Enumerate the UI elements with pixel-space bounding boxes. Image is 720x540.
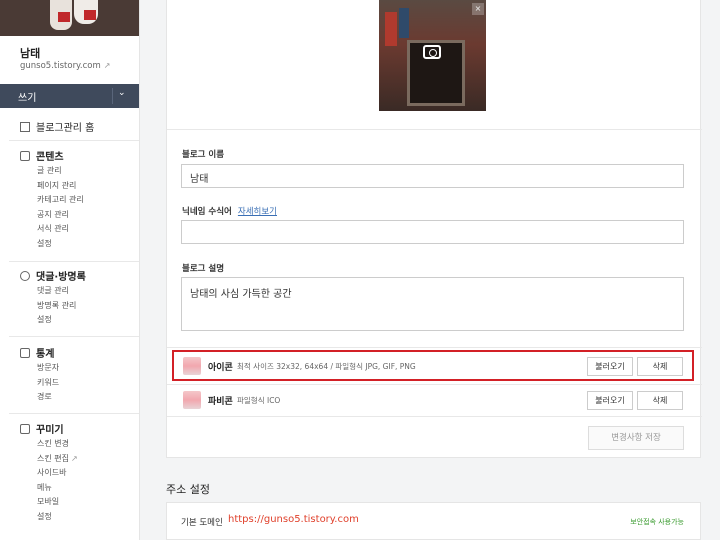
divider <box>9 261 139 262</box>
home-icon <box>20 122 30 132</box>
blog-name-label: 블로그 이름 <box>182 150 225 160</box>
sidebar-item-skin-change[interactable]: 스킨 변경 <box>20 437 78 452</box>
highlight-box <box>172 350 694 381</box>
nickname-input[interactable] <box>181 220 684 244</box>
nickname-label: 닉네임 수식어 자세히보기 <box>182 205 277 217</box>
home-label: 블로그관리 홈 <box>36 123 95 134</box>
comment-icon <box>20 271 30 281</box>
image-detail <box>399 8 409 38</box>
divider <box>167 129 702 130</box>
sidebar-item-page-manage[interactable]: 페이지 관리 <box>20 179 84 194</box>
sidebar-item-category-manage[interactable]: 카테고리 관리 <box>20 193 84 208</box>
sidebar: 남태 gunso5.tistory.com ↗ 쓰기 ⌄ 블로그관리 홈 콘텐츠 … <box>0 0 140 540</box>
nickname-label-text: 닉네임 수식어 <box>182 207 232 217</box>
divider <box>9 413 139 414</box>
external-link-icon: ↗ <box>103 61 111 70</box>
image-detail <box>385 12 397 46</box>
blog-image-upload[interactable]: × <box>379 0 486 111</box>
sidebar-item-keywords[interactable]: 키워드 <box>20 376 59 391</box>
sidebar-item-comments-settings[interactable]: 설정 <box>20 313 86 328</box>
nickname-detail-link[interactable]: 자세히보기 <box>238 207 277 217</box>
favicon-thumbnail <box>183 391 201 409</box>
favicon-label: 파비콘 <box>208 397 233 407</box>
default-domain-link[interactable]: https://gunso5.tistory.com <box>228 514 359 525</box>
ssl-status-badge: 보안접속 사용가능 <box>630 518 684 526</box>
default-domain-label: 기본 도메인 <box>181 518 223 528</box>
blog-info-card: × 블로그 이름 남태 닉네임 수식어 자세히보기 블로그 설명 남태의 사심 가… <box>166 0 702 458</box>
blog-desc-textarea[interactable]: 남태의 사심 가득한 공간 <box>181 277 684 331</box>
write-separator <box>112 88 113 104</box>
favicon-delete-button[interactable]: 삭제 <box>637 391 683 410</box>
sidebar-item-mobile[interactable]: 모바일 <box>20 495 78 510</box>
decorate-icon <box>20 424 30 434</box>
sidebar-item-guestbook-manage[interactable]: 방명록 관리 <box>20 299 86 314</box>
sidebar-section-title[interactable]: 꾸미기 <box>20 421 78 437</box>
sidebar-item-home[interactable]: 블로그관리 홈 <box>20 119 94 134</box>
favicon-desc: 파일형식 ICO <box>237 396 281 405</box>
sidebar-item-contents-settings[interactable]: 설정 <box>20 237 84 252</box>
sidebar-section-comments: 댓글·방명록 댓글 관리 방명록 관리 설정 <box>20 268 86 328</box>
sidebar-section-stats: 통계 방문자 키워드 경로 <box>20 345 59 405</box>
blog-desc-label: 블로그 설명 <box>182 264 225 274</box>
address-settings-title: 주소 설정 <box>166 483 210 496</box>
sidebar-item-comment-manage[interactable]: 댓글 관리 <box>20 284 86 299</box>
write-button[interactable]: 쓰기 ⌄ <box>0 84 139 108</box>
external-link-icon: ↗ <box>70 453 78 463</box>
blog-url-link[interactable]: gunso5.tistory.com ↗ <box>20 61 110 71</box>
profile-image[interactable] <box>0 0 139 36</box>
sidebar-section-contents: 콘텐츠 글 관리 페이지 관리 카테고리 관리 공지 관리 서식 관리 설정 <box>20 148 84 251</box>
sidebar-item-menu[interactable]: 메뉴 <box>20 481 78 496</box>
bar-chart-icon <box>20 348 30 358</box>
sidebar-section-title[interactable]: 통계 <box>20 345 59 361</box>
write-label: 쓰기 <box>18 93 37 104</box>
divider <box>167 347 702 348</box>
sidebar-section-title[interactable]: 콘텐츠 <box>20 148 84 164</box>
close-icon[interactable]: × <box>472 3 484 15</box>
sidebar-section-decorate: 꾸미기 스킨 변경 스킨 편집 ↗ 사이드바 메뉴 모바일 설정 <box>20 421 78 524</box>
sidebar-item-post-manage[interactable]: 글 관리 <box>20 164 84 179</box>
blog-name: 남태 <box>20 47 41 60</box>
sidebar-item-decorate-settings[interactable]: 설정 <box>20 510 78 525</box>
address-card: 기본 도메인 https://gunso5.tistory.com 보안접속 사… <box>166 502 701 540</box>
save-changes-button[interactable]: 변경사항 저장 <box>588 426 684 450</box>
camera-icon[interactable] <box>423 45 441 59</box>
document-icon <box>20 151 30 161</box>
favicon-load-button[interactable]: 불러오기 <box>587 391 633 410</box>
sidebar-item-skin-edit[interactable]: 스킨 편집 ↗ <box>20 452 78 467</box>
divider <box>9 140 139 141</box>
sidebar-item-visitors[interactable]: 방문자 <box>20 361 59 376</box>
sidebar-item-notice-manage[interactable]: 공지 관리 <box>20 208 84 223</box>
sidebar-item-referrers[interactable]: 경로 <box>20 390 59 405</box>
sidebar-item-template-manage[interactable]: 서식 관리 <box>20 222 84 237</box>
blog-url-text: gunso5.tistory.com <box>20 61 101 71</box>
divider <box>167 416 702 417</box>
blog-name-input[interactable]: 남태 <box>181 164 684 188</box>
chevron-down-icon[interactable]: ⌄ <box>118 88 126 98</box>
divider <box>9 336 139 337</box>
sidebar-item-sidebar[interactable]: 사이드바 <box>20 466 78 481</box>
favicon-row: 파비콘 파일형식 ICO 불러오기 삭제 <box>167 385 702 418</box>
sidebar-section-title[interactable]: 댓글·방명록 <box>20 268 86 284</box>
